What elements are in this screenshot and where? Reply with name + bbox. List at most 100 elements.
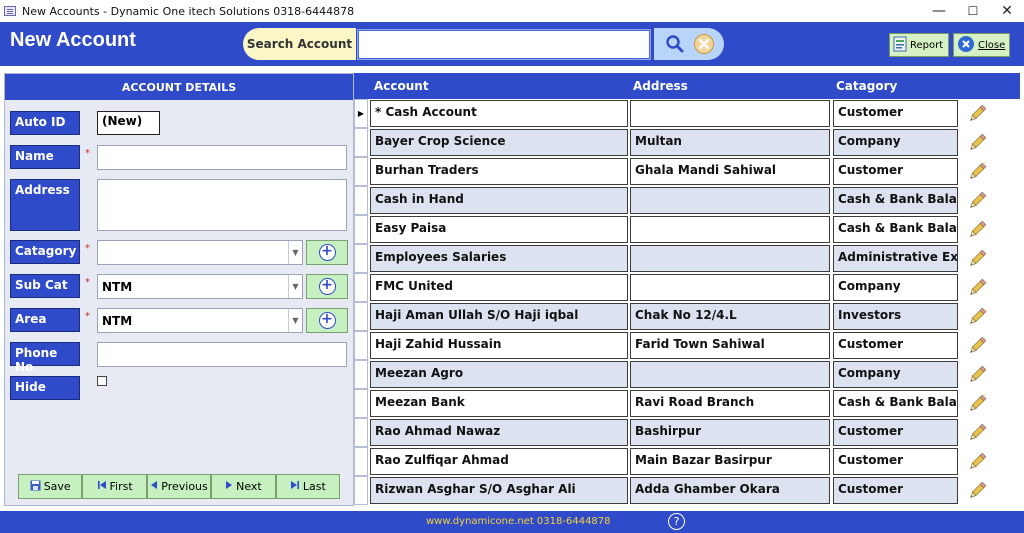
edit-pencil-icon[interactable] [964, 334, 990, 358]
cell-category[interactable]: Customer [833, 332, 958, 359]
table-row[interactable]: Employees Salaries Administrative Expe [370, 244, 1020, 273]
record-selector[interactable] [354, 360, 368, 389]
table-row[interactable]: Rizwan Asghar S/O Asghar Ali Adda Ghamber… [370, 476, 1020, 505]
table-row[interactable]: Rao Ahmad Nawaz Bashirpur Customer [370, 418, 1020, 447]
dropdown-arrow-icon[interactable]: ▼ [288, 241, 302, 264]
next-button[interactable]: Next [211, 474, 276, 499]
record-selector[interactable] [354, 476, 368, 505]
cell-category[interactable]: Investors [833, 303, 958, 330]
edit-pencil-icon[interactable] [964, 363, 990, 387]
cell-address[interactable]: Ghala Mandi Sahiwal [630, 158, 830, 185]
cell-address[interactable] [630, 100, 830, 127]
cell-account[interactable]: Bayer Crop Science [370, 129, 628, 156]
record-selector[interactable] [354, 157, 368, 186]
cell-address[interactable]: Ravi Road Branch [630, 390, 830, 417]
hide-checkbox[interactable] [97, 376, 107, 386]
add-category-button[interactable]: + [306, 240, 348, 265]
cell-category[interactable]: Customer [833, 448, 958, 475]
cell-address[interactable] [630, 187, 830, 214]
record-selector[interactable] [354, 215, 368, 244]
edit-pencil-icon[interactable] [964, 131, 990, 155]
dropdown-arrow-icon[interactable]: ▼ [288, 275, 302, 298]
column-header-category[interactable]: Catagory [836, 79, 897, 93]
cell-category[interactable]: Cash & Bank Balance [833, 187, 958, 214]
cell-account[interactable]: Rizwan Asghar S/O Asghar Ali [370, 477, 628, 504]
dropdown-arrow-icon[interactable]: ▼ [288, 309, 302, 332]
previous-button[interactable]: Previous [146, 474, 212, 499]
cell-address[interactable]: Main Bazar Basirpur [630, 448, 830, 475]
cell-category[interactable]: Company [833, 129, 958, 156]
table-row[interactable]: Haji Aman Ullah S/O Haji iqbal Chak No 12… [370, 302, 1020, 331]
table-row[interactable]: Bayer Crop Science Multan Company [370, 128, 1020, 157]
cell-category[interactable]: Customer [833, 419, 958, 446]
cell-account[interactable]: Cash in Hand [370, 187, 628, 214]
cell-category[interactable]: Administrative Expe [833, 245, 958, 272]
clear-icon[interactable] [693, 34, 714, 54]
record-selector[interactable] [354, 273, 368, 302]
cell-category[interactable]: Cash & Bank Balance [833, 390, 958, 417]
cell-account[interactable]: Meezan Agro [370, 361, 628, 388]
edit-pencil-icon[interactable] [964, 102, 990, 126]
cell-category[interactable]: Cash & Bank Balance [833, 216, 958, 243]
table-row[interactable]: Cash in Hand Cash & Bank Balance [370, 186, 1020, 215]
record-selector[interactable] [354, 389, 368, 418]
record-selector[interactable]: ▶ [354, 99, 368, 128]
name-field[interactable] [97, 145, 347, 170]
cell-address[interactable]: Farid Town Sahiwal [630, 332, 830, 359]
cell-account[interactable]: Meezan Bank [370, 390, 628, 417]
record-selector[interactable] [354, 447, 368, 476]
cell-account[interactable]: Employees Salaries [370, 245, 628, 272]
cell-category[interactable]: Customer [833, 477, 958, 504]
column-header-address[interactable]: Address [633, 79, 688, 93]
category-select[interactable]: ▼ [97, 240, 303, 265]
area-select[interactable]: NTM ▼ [97, 308, 303, 333]
save-button[interactable]: Save [18, 474, 83, 499]
cell-address[interactable]: Bashirpur [630, 419, 830, 446]
edit-pencil-icon[interactable] [964, 218, 990, 242]
report-button[interactable]: Report [889, 33, 949, 57]
column-header-account[interactable]: Account [374, 79, 429, 93]
cell-account[interactable]: FMC United [370, 274, 628, 301]
table-row[interactable]: * Cash Account Customer [370, 99, 1020, 128]
cell-address[interactable]: Adda Ghamber Okara [630, 477, 830, 504]
cell-account[interactable]: Burhan Traders [370, 158, 628, 185]
search-input[interactable] [357, 29, 651, 60]
table-row[interactable]: Rao Zulfiqar Ahmad Main Bazar Basirpur Cus… [370, 447, 1020, 476]
edit-pencil-icon[interactable] [964, 450, 990, 474]
edit-pencil-icon[interactable] [964, 421, 990, 445]
record-selector[interactable] [354, 331, 368, 360]
close-button[interactable]: Close [953, 33, 1010, 57]
window-close-button[interactable]: ✕ [990, 0, 1024, 22]
maximize-button[interactable]: ☐ [956, 0, 990, 22]
edit-pencil-icon[interactable] [964, 392, 990, 416]
edit-pencil-icon[interactable] [964, 247, 990, 271]
cell-address[interactable] [630, 216, 830, 243]
record-selector[interactable] [354, 244, 368, 273]
table-row[interactable]: FMC United Company [370, 273, 1020, 302]
table-row[interactable]: Easy Paisa Cash & Bank Balance [370, 215, 1020, 244]
record-selector[interactable] [354, 128, 368, 157]
cell-category[interactable]: Company [833, 274, 958, 301]
table-row[interactable]: Haji Zahid Hussain Farid Town Sahiwal Cust… [370, 331, 1020, 360]
cell-account[interactable]: Easy Paisa [370, 216, 628, 243]
table-row[interactable]: Meezan Agro Company [370, 360, 1020, 389]
edit-pencil-icon[interactable] [964, 160, 990, 184]
table-row[interactable]: Meezan Bank Ravi Road Branch Cash & Bank B… [370, 389, 1020, 418]
cell-account[interactable]: Rao Zulfiqar Ahmad [370, 448, 628, 475]
cell-address[interactable]: Chak No 12/4.L [630, 303, 830, 330]
last-button[interactable]: Last [275, 474, 341, 499]
record-selector[interactable] [354, 418, 368, 447]
cell-account[interactable]: * Cash Account [370, 100, 628, 127]
edit-pencil-icon[interactable] [964, 305, 990, 329]
cell-category[interactable]: Customer [833, 158, 958, 185]
search-icon[interactable] [665, 34, 685, 54]
edit-pencil-icon[interactable] [964, 189, 990, 213]
cell-category[interactable]: Customer [833, 100, 958, 127]
record-selector[interactable] [354, 186, 368, 215]
record-selector[interactable] [354, 302, 368, 331]
cell-account[interactable]: Rao Ahmad Nawaz [370, 419, 628, 446]
add-area-button[interactable]: + [306, 308, 348, 333]
edit-pencil-icon[interactable] [964, 276, 990, 300]
cell-address[interactable] [630, 245, 830, 272]
first-button[interactable]: First [82, 474, 147, 499]
